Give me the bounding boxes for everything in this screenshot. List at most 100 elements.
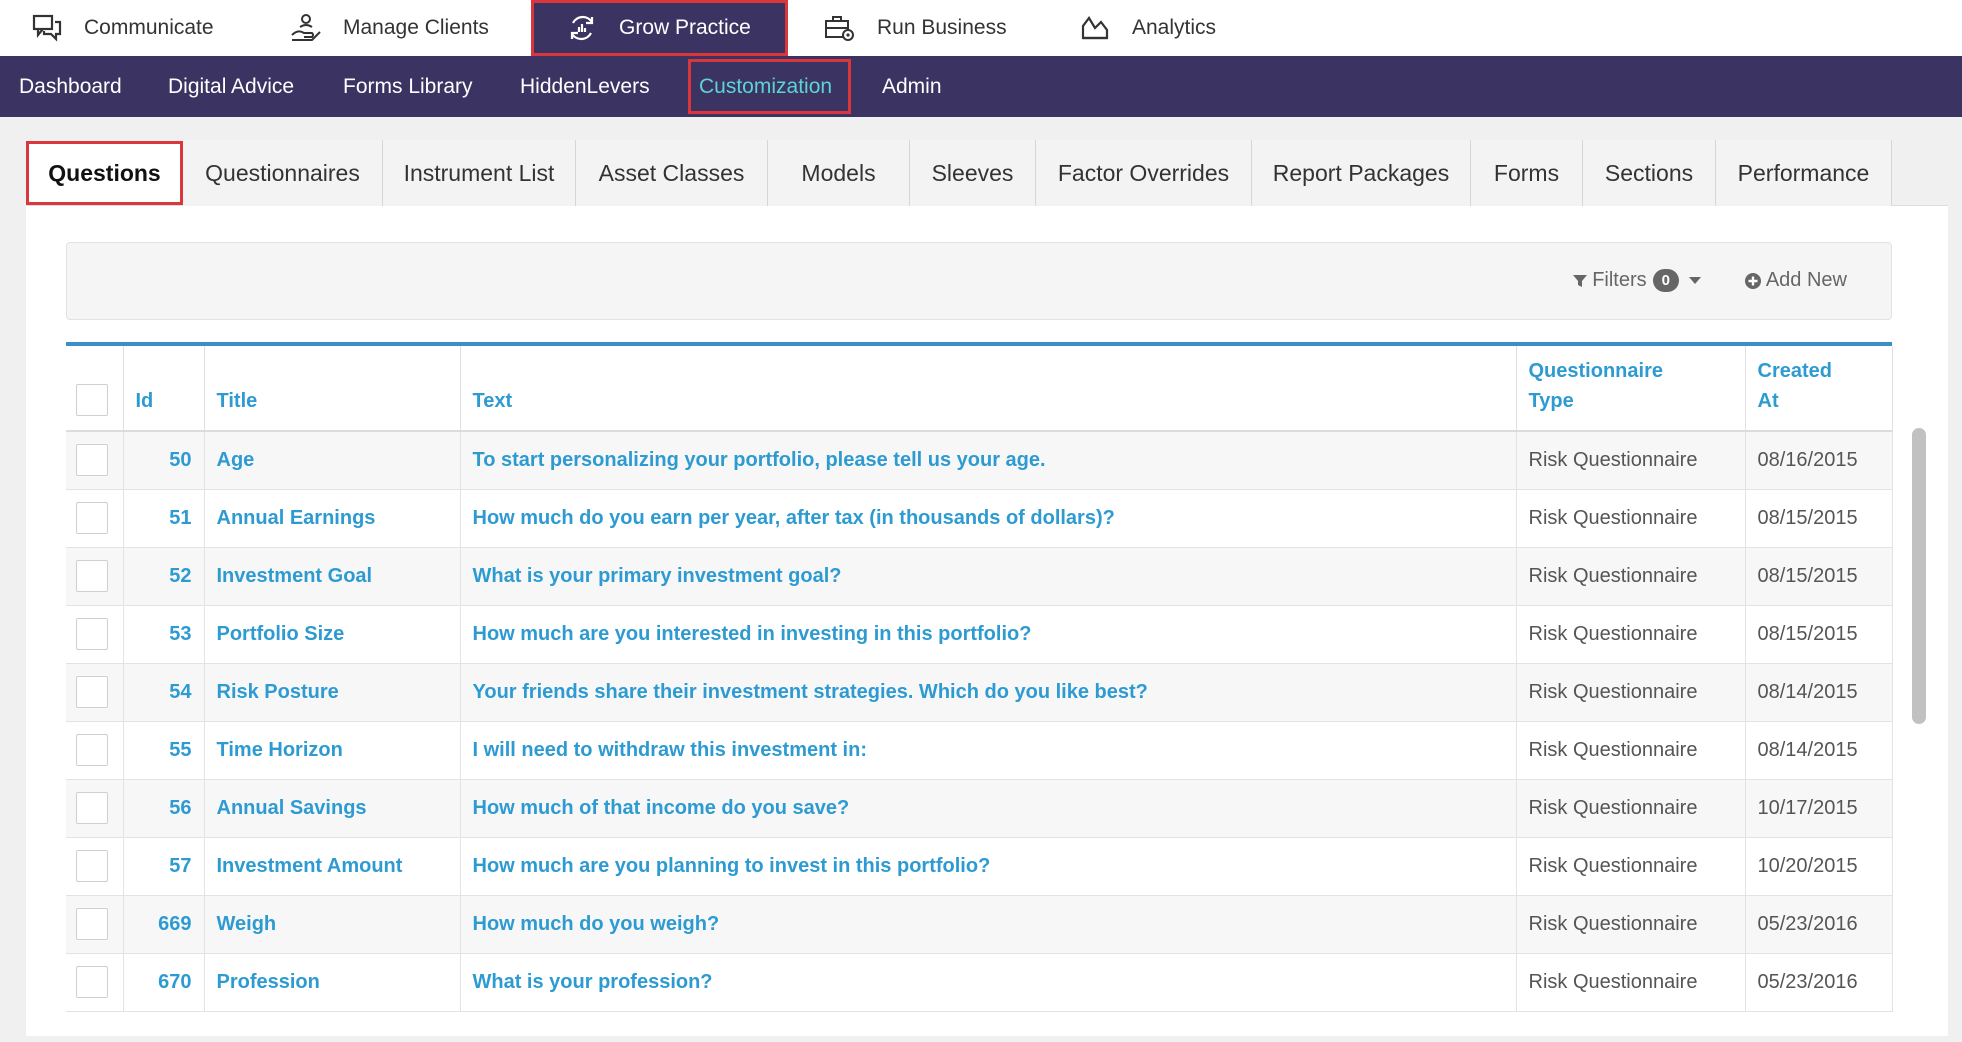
cell-text[interactable]: How much do you earn per year, after tax…: [460, 489, 1517, 548]
cell-id[interactable]: 57: [123, 837, 205, 896]
cell-title[interactable]: Portfolio Size: [204, 605, 461, 664]
cell-text[interactable]: How much of that income do you save?: [460, 779, 1517, 838]
tab-forms[interactable]: Forms: [1471, 140, 1583, 206]
filters-button[interactable]: Filters 0: [1572, 269, 1701, 292]
row-select-cell: [66, 721, 124, 780]
tab-sleeves[interactable]: Sleeves: [910, 140, 1036, 206]
row-checkbox[interactable]: [76, 502, 108, 534]
tab-label: Asset Classes: [598, 159, 745, 186]
row-checkbox[interactable]: [76, 966, 108, 998]
table-row[interactable]: 669 Weigh How much do you weigh? Risk Qu…: [66, 895, 1893, 954]
table-row[interactable]: 670 Profession What is your profession? …: [66, 953, 1893, 1012]
row-checkbox[interactable]: [76, 792, 108, 824]
column-header-text[interactable]: Text: [460, 346, 1517, 432]
cell-id[interactable]: 670: [123, 953, 205, 1012]
top-nav-communicate[interactable]: Communicate: [30, 0, 214, 56]
row-checkbox[interactable]: [76, 676, 108, 708]
table-row[interactable]: 56 Annual Savings How much of that incom…: [66, 779, 1893, 838]
cell-text[interactable]: How much are you planning to invest in t…: [460, 837, 1517, 896]
column-header-created-at[interactable]: Created At: [1745, 346, 1893, 432]
vertical-scrollbar[interactable]: [1912, 428, 1926, 724]
sub-nav-label: Forms Library: [343, 74, 473, 98]
cell-id[interactable]: 55: [123, 721, 205, 780]
top-nav-analytics[interactable]: Analytics: [1078, 0, 1216, 56]
table-header-row: Id Title Text Questionnaire Type Created A…: [66, 346, 1893, 432]
row-checkbox[interactable]: [76, 850, 108, 882]
table-row[interactable]: 51 Annual Earnings How much do you earn …: [66, 489, 1893, 548]
cell-questionnaire-type: Risk Questionnaire: [1516, 953, 1746, 1012]
row-checkbox[interactable]: [76, 734, 108, 766]
chat-icon: [30, 11, 64, 45]
filters-count-badge: 0: [1652, 269, 1679, 292]
cell-title[interactable]: Annual Earnings: [204, 489, 461, 548]
tab-asset-classes[interactable]: Asset Classes: [576, 140, 768, 206]
column-header-questionnaire-type[interactable]: Questionnaire Type: [1516, 346, 1746, 432]
cell-id[interactable]: 51: [123, 489, 205, 548]
table-row[interactable]: 57 Investment Amount How much are you pl…: [66, 837, 1893, 896]
sub-nav-forms-library[interactable]: Forms Library: [343, 56, 473, 117]
table-row[interactable]: 55 Time Horizon I will need to withdraw …: [66, 721, 1893, 780]
row-checkbox[interactable]: [76, 444, 108, 477]
cell-text[interactable]: What is your profession?: [460, 953, 1517, 1012]
cell-title[interactable]: Annual Savings: [204, 779, 461, 838]
cell-id[interactable]: 56: [123, 779, 205, 838]
sub-nav-digital-advice[interactable]: Digital Advice: [168, 56, 294, 117]
table-row[interactable]: 54 Risk Posture Your friends share their…: [66, 663, 1893, 722]
cell-id[interactable]: 669: [123, 895, 205, 954]
tab-questions[interactable]: Questions: [26, 141, 183, 205]
top-nav-label: Analytics: [1132, 16, 1217, 39]
questions-table-container: Id Title Text Questionnaire Type Created A…: [66, 342, 1893, 1012]
row-checkbox[interactable]: [76, 908, 108, 940]
cell-text[interactable]: Your friends share their investment stra…: [460, 663, 1517, 722]
tab-factor-overrides[interactable]: Factor Overrides: [1036, 140, 1252, 206]
cell-text[interactable]: I will need to withdraw this investment …: [460, 721, 1517, 780]
cell-title[interactable]: Investment Amount: [204, 837, 461, 896]
tab-label: Questionnaires: [205, 159, 360, 186]
table-row[interactable]: 50 Age To start personalizing your portf…: [66, 431, 1893, 490]
cell-questionnaire-type: Risk Questionnaire: [1516, 605, 1746, 664]
tab-report-packages[interactable]: Report Packages: [1252, 140, 1471, 206]
column-header-title[interactable]: Title: [204, 346, 461, 432]
cell-title[interactable]: Profession: [204, 953, 461, 1012]
sub-nav-hiddenlevers[interactable]: HiddenLevers: [520, 56, 650, 117]
cell-id[interactable]: 50: [123, 431, 205, 490]
tab-sections[interactable]: Sections: [1583, 140, 1716, 206]
cell-title[interactable]: Risk Posture: [204, 663, 461, 722]
cell-text[interactable]: What is your primary investment goal?: [460, 547, 1517, 606]
add-new-button[interactable]: Add New: [1744, 269, 1847, 292]
tab-questionnaires[interactable]: Questionnaires: [183, 140, 383, 206]
tab-instrument-list[interactable]: Instrument List: [383, 140, 576, 206]
table-row[interactable]: 52 Investment Goal What is your primary …: [66, 547, 1893, 606]
tab-label: Instrument List: [403, 159, 555, 186]
top-nav-grow-practice[interactable]: Grow Practice: [531, 0, 788, 56]
cell-text[interactable]: How much do you weigh?: [460, 895, 1517, 954]
row-select-cell: [66, 779, 124, 838]
cell-questionnaire-type: Risk Questionnaire: [1516, 431, 1746, 490]
cell-created-at: 08/15/2015: [1745, 547, 1893, 606]
row-checkbox[interactable]: [76, 618, 108, 650]
top-nav-label: Manage Clients: [343, 16, 489, 39]
cell-id[interactable]: 54: [123, 663, 205, 722]
top-nav-label: Run Business: [877, 16, 1007, 39]
sub-nav-dashboard[interactable]: Dashboard: [19, 56, 122, 117]
cell-title[interactable]: Time Horizon: [204, 721, 461, 780]
sub-nav-customization[interactable]: Customization: [685, 56, 854, 117]
cell-title[interactable]: Investment Goal: [204, 547, 461, 606]
cell-id[interactable]: 53: [123, 605, 205, 664]
top-nav-manage-clients[interactable]: Manage Clients: [289, 0, 489, 56]
column-header-id[interactable]: Id: [123, 346, 205, 432]
cell-title[interactable]: Weigh: [204, 895, 461, 954]
cell-questionnaire-type: Risk Questionnaire: [1516, 895, 1746, 954]
cell-questionnaire-type: Risk Questionnaire: [1516, 721, 1746, 780]
tab-performance[interactable]: Performance: [1716, 140, 1892, 206]
row-checkbox[interactable]: [76, 560, 108, 592]
cell-text[interactable]: How much are you interested in investing…: [460, 605, 1517, 664]
cell-text[interactable]: To start personalizing your portfolio, p…: [460, 431, 1517, 490]
select-all-checkbox[interactable]: [76, 384, 108, 416]
tab-models[interactable]: Models: [768, 140, 910, 206]
cell-title[interactable]: Age: [204, 431, 461, 490]
top-nav-run-business[interactable]: Run Business: [823, 0, 1007, 56]
table-row[interactable]: 53 Portfolio Size How much are you inter…: [66, 605, 1893, 664]
sub-nav-admin[interactable]: Admin: [882, 56, 942, 117]
cell-id[interactable]: 52: [123, 547, 205, 606]
